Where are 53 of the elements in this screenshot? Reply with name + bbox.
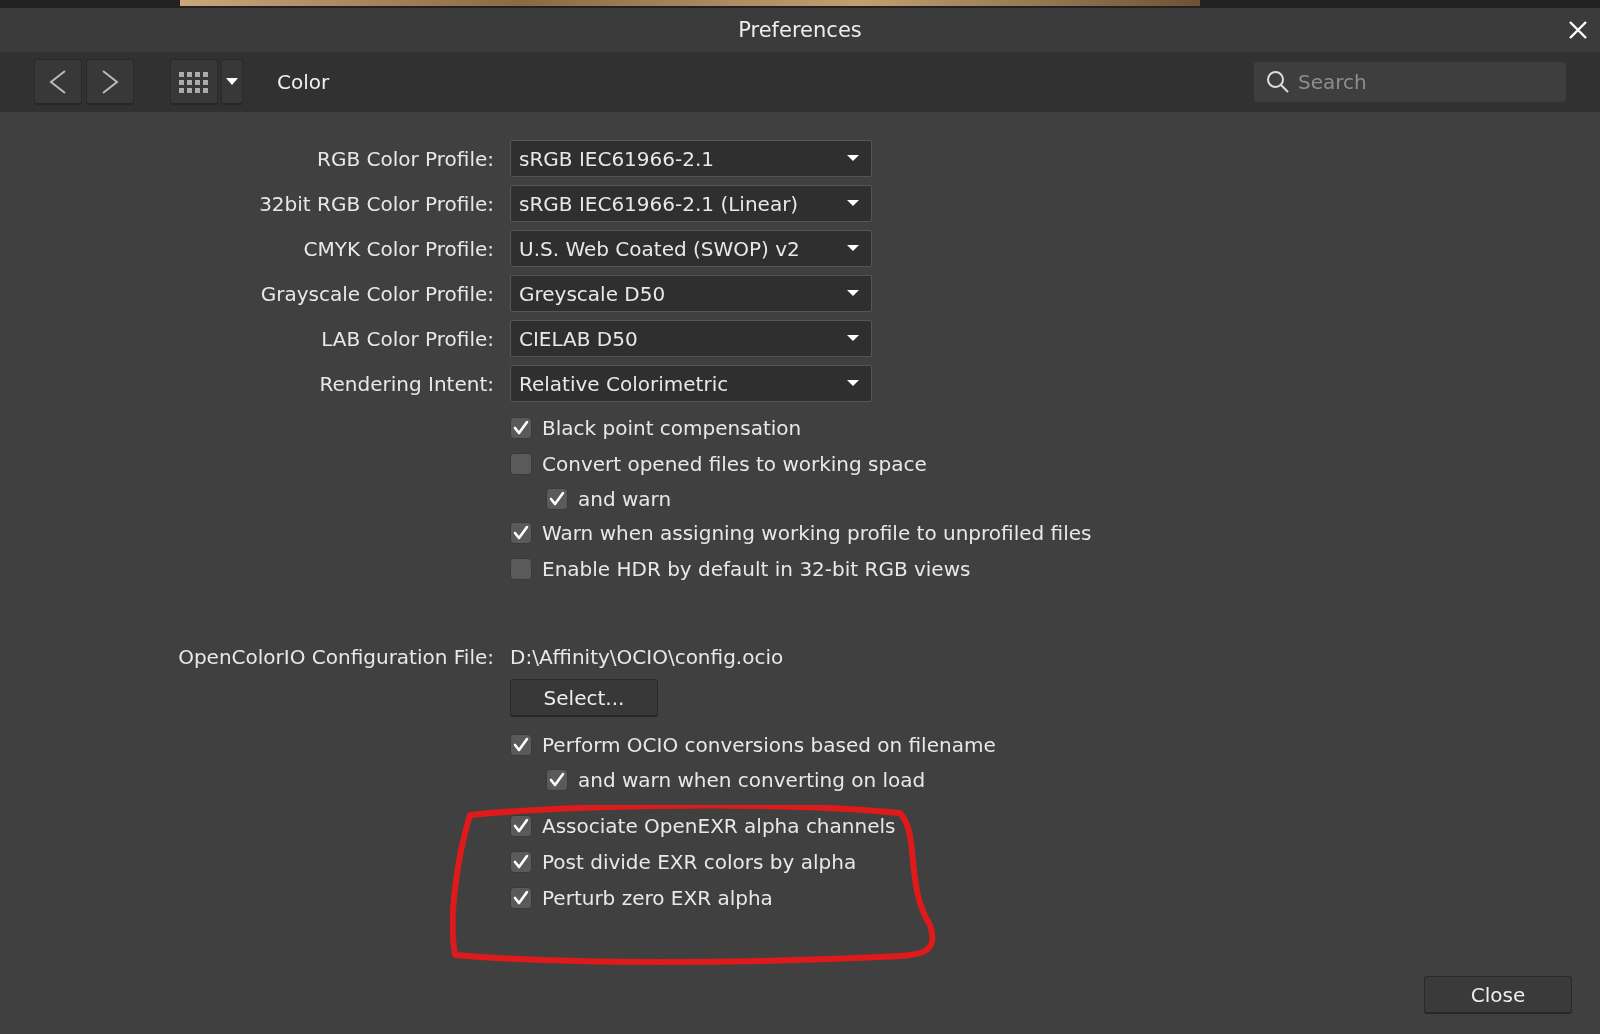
checkbox-label: Associate OpenEXR alpha channels [542,814,896,838]
checkbox-label: Warn when assigning working profile to unprofiled files [542,521,1092,545]
caret-icon [847,245,859,252]
close-button[interactable]: Close [1424,976,1572,1014]
checkbox-label: and warn [578,486,672,511]
search-field[interactable]: Search [1254,62,1566,102]
profile-dropdown[interactable]: CIELAB D50 [510,320,872,357]
caret-icon [847,290,859,297]
profile-dropdown[interactable]: U.S. Web Coated (SWOP) v2 [510,230,872,267]
checkbox[interactable] [510,417,532,439]
checkbox[interactable] [510,851,532,873]
field-label: CMYK Color Profile: [302,236,495,261]
profile-dropdown[interactable]: Greyscale D50 [510,275,872,312]
checkbox[interactable] [510,522,532,544]
close-icon[interactable] [1568,20,1588,40]
checkbox[interactable] [510,887,532,909]
field-label: RGB Color Profile: [316,146,495,171]
checkbox-label: Enable HDR by default in 32-bit RGB views [542,557,971,581]
profile-dropdown[interactable]: sRGB IEC61966-2.1 [510,140,872,177]
section-title: Color [277,70,330,94]
caret-icon [847,200,859,207]
grid-icon [178,70,210,93]
checkbox-label: Perturb zero EXR alpha [542,886,773,910]
field-label: 32bit RGB Color Profile: [258,191,495,216]
dropdown-button[interactable] [221,59,243,105]
profile-dropdown[interactable]: sRGB IEC61966-2.1 (Linear) [510,185,872,222]
caret-icon [847,335,859,342]
caret-icon [847,380,859,387]
forward-button[interactable] [86,59,134,105]
caret-icon [847,155,859,162]
field-label: LAB Color Profile: [320,326,495,351]
checkbox[interactable] [546,487,568,510]
caret-icon [226,77,238,86]
profile-dropdown[interactable]: Relative Colorimetric [510,365,872,402]
window-title: Preferences [738,18,862,42]
checkbox[interactable] [510,453,532,475]
checkbox[interactable] [510,815,532,837]
checkbox-label: and warn when converting on load [578,767,926,792]
field-label: OpenColorIO Configuration File: [177,645,495,669]
checkbox-label: Convert opened files to working space [542,452,927,476]
config-path: D:\Affinity\OCIO\config.ocio [510,645,784,669]
checkbox[interactable] [510,734,532,756]
checkbox-label: Black point compensation [542,416,802,440]
search-icon [1266,70,1290,94]
field-label: Rendering Intent: [318,371,495,396]
checkbox-label: Perform OCIO conversions based on filename [542,733,996,757]
field-label: Grayscale Color Profile: [259,281,495,306]
grid-view-button[interactable] [170,59,218,105]
checkbox[interactable] [510,558,532,580]
select-button[interactable]: Select... [510,679,658,717]
checkbox-label: Post divide EXR colors by alpha [542,850,857,874]
back-button[interactable] [34,59,82,105]
checkbox[interactable] [546,768,568,791]
